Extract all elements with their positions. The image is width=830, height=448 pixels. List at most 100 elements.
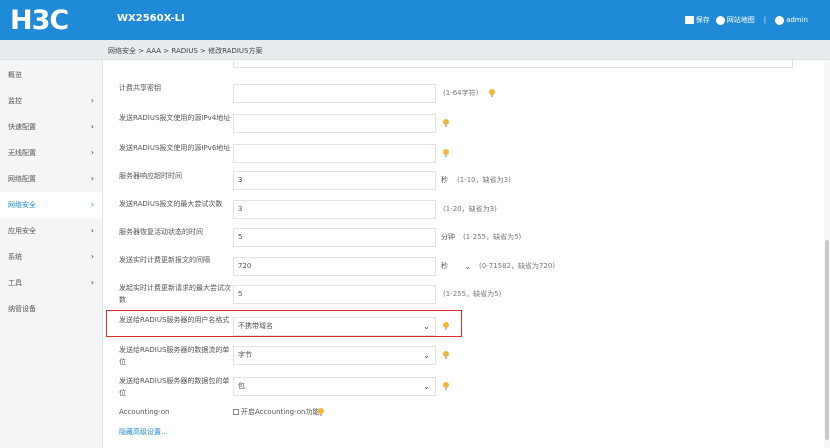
interval-hint: (0-71582，缺省为720) [479,262,556,270]
sidebar-item-monitor[interactable]: 监控 › [0,88,102,114]
sidebar-item-network-security[interactable]: 网络安全 › [0,192,102,218]
restore-input[interactable]: 5 [233,228,436,247]
interval-unit-value: 秒 [441,262,448,270]
src-ipv6-label: 发送RADIUS报文使用的源IPv6地址 [119,144,231,152]
lightbulb-icon[interactable] [318,408,324,416]
brand-logo[interactable]: H3C [10,6,69,36]
save-button[interactable]: 保存 [684,15,710,25]
scrollbar[interactable] [824,60,830,448]
checkbox-icon [233,409,239,415]
retry-label: 发送RADIUS报文的最大尝试次数 [119,200,223,208]
chevron-right-icon: › [90,200,94,209]
chevron-down-icon: ⌄ [423,351,430,360]
chevron-down-icon: ⌄ [464,262,471,271]
sitemap-button[interactable]: 网站地图 [715,15,755,25]
accounting-on-label: Accounting-on [119,408,170,416]
main-content: 计费共享密钥 (1-64字符) 发送RADIUS报文使用的源IPv4地址 发送R… [103,60,830,448]
sidebar-item-overview[interactable]: 概览 [0,62,102,88]
retry-hint: (1-20，缺省为3) [443,205,497,213]
lightbulb-icon[interactable] [443,149,449,157]
chevron-right-icon: › [90,226,94,235]
breadcrumb-bar: 网络安全 > AAA > RADIUS > 修改RADIUS方案 [0,40,830,60]
src-ipv4-input[interactable] [233,114,436,133]
sidebar-item-label: 系统 [8,253,22,261]
username-format-select[interactable]: 不携带域名 ⌄ [233,317,436,336]
user-label: admin [786,16,808,24]
sidebar-item-network-config[interactable]: 网络配置 › [0,166,102,192]
timeout-label: 服务器响应超时时间 [119,172,182,180]
sidebar-item-wireless-config[interactable]: 无线配置 › [0,140,102,166]
accounting-on-checkbox-label: 开启Accounting-on功能 [241,408,320,416]
lightbulb-icon[interactable] [443,119,449,127]
sidebar-item-label: 概览 [8,71,22,79]
sidebar-item-label: 纳管设备 [8,305,36,313]
header-separator: | [763,16,767,24]
sidebar-item-managed-devices[interactable]: 纳管设备 [0,296,102,322]
username-format-value: 不携带域名 [238,322,273,330]
sidebar-item-label: 快速配置 [8,123,36,131]
max-req-input[interactable]: 5 [233,285,436,304]
sidebar-item-label: 应用安全 [8,227,36,235]
acct-key-hint: (1-64字符) [443,89,479,97]
data-unit-select[interactable]: 字节 ⌄ [233,346,436,365]
hide-advanced-link[interactable]: 隐藏高级设置... [119,427,168,437]
sidebar-item-tools[interactable]: 工具 › [0,270,102,296]
restore-label: 服务器恢复活动状态的时间 [119,228,203,236]
chevron-right-icon: › [90,278,94,287]
sidebar-item-system[interactable]: 系统 › [0,244,102,270]
timeout-input[interactable]: 3 [233,171,436,190]
user-icon [775,15,785,25]
sidebar: 概览 监控 › 快速配置 › 无线配置 › 网络配置 › 网络安全 › 应用安全… [0,60,103,448]
acct-key-label: 计费共享密钥 [119,84,161,92]
sidebar-item-label: 网络配置 [8,175,36,183]
src-ipv6-input[interactable] [233,144,436,163]
chevron-down-icon: ⌄ [423,382,430,391]
table-remnant [233,60,793,68]
chevron-right-icon: › [90,252,94,261]
retry-input[interactable]: 3 [233,200,436,219]
interval-unit-select[interactable]: 秒 ⌄ [441,257,475,276]
lightbulb-icon[interactable] [443,322,449,330]
chevron-right-icon: › [90,174,94,183]
sitemap-label: 网站地图 [726,16,755,24]
top-header: H3C WX2560X-LI 保存 网站地图 | admin [0,0,830,40]
restore-hint: (1-255，缺省为5) [463,233,522,241]
save-icon [684,16,694,24]
sidebar-item-label: 网络安全 [8,201,36,209]
sidebar-item-quick-config[interactable]: 快速配置 › [0,114,102,140]
sidebar-item-label: 监控 [8,97,22,105]
scrollbar-thumb[interactable] [825,240,829,440]
max-req-hint: (1-255，缺省为5) [443,290,502,298]
username-format-label: 发送给RADIUS服务器的用户名格式 [119,316,230,324]
timeout-unit: 秒 [441,176,448,184]
accounting-on-checkbox[interactable]: 开启Accounting-on功能 [233,406,319,418]
sidebar-item-label: 工具 [8,279,22,287]
lightbulb-icon[interactable] [489,89,495,97]
sidebar-item-app-security[interactable]: 应用安全 › [0,218,102,244]
device-model: WX2560X-LI [117,13,185,24]
packet-unit-select[interactable]: 包 ⌄ [233,377,436,396]
timeout-hint: (1-10，缺省为3) [457,176,511,184]
lightbulb-icon[interactable] [443,382,449,390]
chevron-down-icon: ⌄ [423,322,430,331]
packet-unit-value: 包 [238,382,245,390]
acct-key-input[interactable] [233,84,436,103]
sidebar-item-label: 无线配置 [8,149,36,157]
chevron-right-icon: › [90,148,94,157]
user-menu[interactable]: admin [775,15,808,25]
packet-unit-label: 发送给RADIUS服务器的数据包的单位 [119,377,230,397]
sitemap-icon [715,15,725,25]
breadcrumb: 网络安全 > AAA > RADIUS > 修改RADIUS方案 [108,47,263,55]
chevron-right-icon: › [90,122,94,131]
save-label: 保存 [695,16,710,24]
data-unit-label: 发送给RADIUS服务器的数据流的单位 [119,346,230,366]
chevron-right-icon: › [90,96,94,105]
lightbulb-icon[interactable] [443,351,449,359]
max-req-label: 发起实时计费更新请求的最大尝试次数 [119,284,231,304]
src-ipv4-label: 发送RADIUS报文使用的源IPv4地址 [119,114,231,122]
interval-label: 发送实时计费更新报文的间隔 [119,256,210,264]
interval-input[interactable]: 720 [233,257,436,276]
restore-unit: 分钟 [441,233,455,241]
data-unit-value: 字节 [238,351,252,359]
header-actions: 保存 网站地图 | admin [684,15,808,25]
